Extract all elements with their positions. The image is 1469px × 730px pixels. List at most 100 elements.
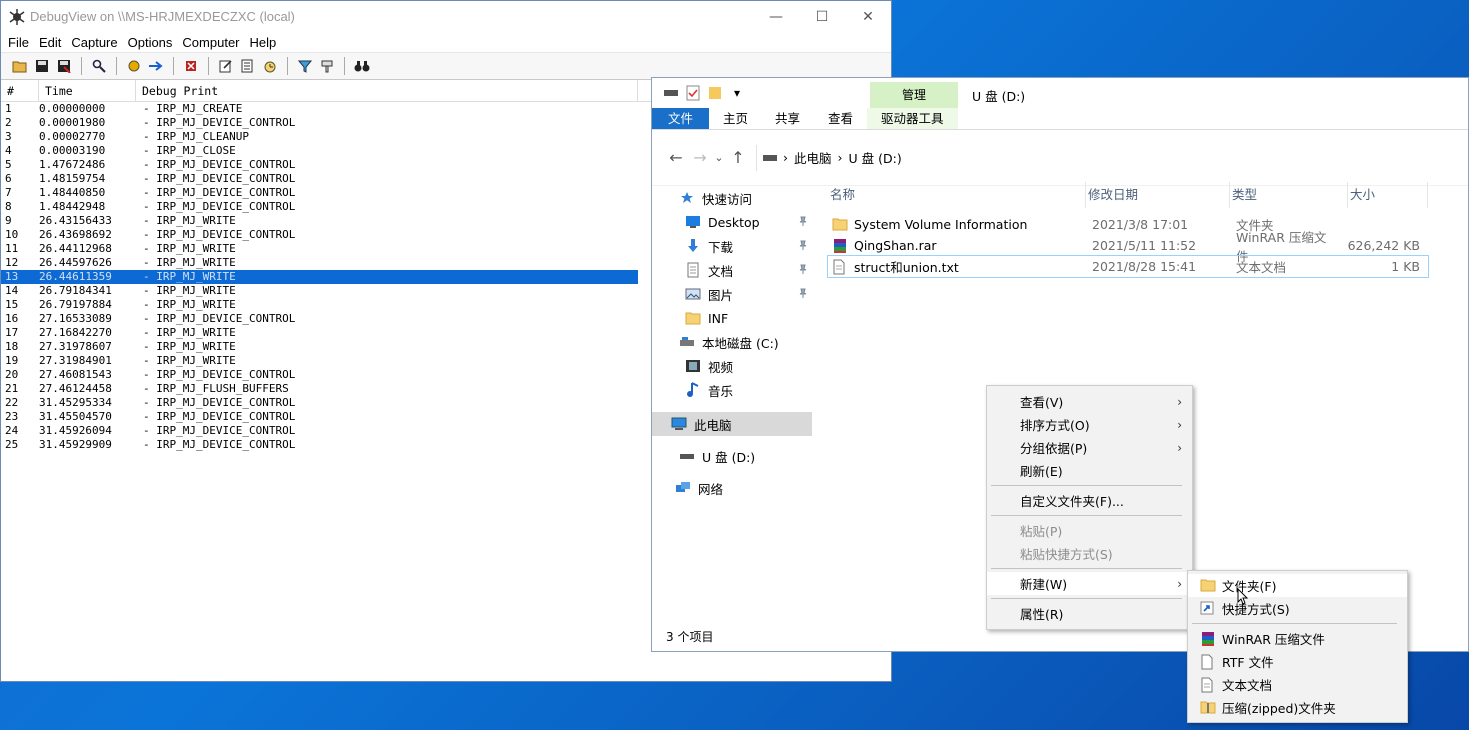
log-row[interactable]: 25 31.45929909 - IRP_MJ_DEVICE_CONTROL	[1, 438, 638, 452]
log-row[interactable]: 6 1.48159754 - IRP_MJ_DEVICE_CONTROL	[1, 172, 638, 186]
save-as-icon[interactable]	[53, 55, 75, 77]
address-bar[interactable]: › 此电脑 › U 盘 (D:)	[756, 144, 1468, 171]
column-date-modified[interactable]: 修改日期	[1086, 182, 1230, 208]
nav-item[interactable]: INF	[652, 306, 812, 330]
nav-item[interactable]: 文档	[652, 258, 812, 282]
recent-chevron-icon[interactable]: ⌄	[712, 151, 726, 164]
breadcrumb-usb-drive[interactable]: U 盘 (D:)	[849, 148, 902, 167]
log-row[interactable]: 7 1.48440850 - IRP_MJ_DEVICE_CONTROL	[1, 186, 638, 200]
tab-home[interactable]: 主页	[709, 108, 761, 129]
nav-item[interactable]: 音乐	[652, 378, 812, 402]
file-row[interactable]: QingShan.rar 2021/5/11 11:52 WinRAR 压缩文件 62…	[828, 230, 1428, 264]
nav-item[interactable]: 此电脑	[652, 412, 812, 436]
log-row[interactable]: 2 0.00001980 - IRP_MJ_DEVICE_CONTROL	[1, 116, 638, 130]
up-arrow-icon[interactable]: ↑	[726, 148, 750, 167]
menu-item[interactable]: 压缩(zipped)文件夹	[1188, 696, 1407, 719]
menu-item[interactable]: 快捷方式(S)	[1188, 597, 1407, 620]
log-row[interactable]: 24 31.45926094 - IRP_MJ_DEVICE_CONTROL	[1, 424, 638, 438]
minimize-button[interactable]: —	[753, 1, 799, 32]
log-row[interactable]: 15 26.79197884 - IRP_MJ_WRITE	[1, 298, 638, 312]
log-row[interactable]: 8 1.48442948 - IRP_MJ_DEVICE_CONTROL	[1, 200, 638, 214]
menu-file[interactable]: File	[3, 35, 34, 50]
nav-item[interactable]: 本地磁盘 (C:)	[652, 330, 812, 354]
tab-drive-tools[interactable]: 驱动器工具	[867, 108, 958, 129]
arrow-right-icon[interactable]	[145, 55, 167, 77]
log-row[interactable]: 21 27.46124458 - IRP_MJ_FLUSH_BUFFERS	[1, 382, 638, 396]
close-button[interactable]: ✕	[845, 1, 891, 32]
chevron-down-icon[interactable]: ▾	[728, 84, 746, 102]
menu-item[interactable]: 分组依据(P) ›	[987, 436, 1192, 459]
nav-item[interactable]: 图片	[652, 282, 812, 306]
history-icon[interactable]	[237, 55, 259, 77]
column-size[interactable]: 大小	[1348, 182, 1428, 208]
nav-item[interactable]: U 盘 (D:)	[652, 444, 812, 468]
tab-share[interactable]: 共享	[761, 108, 814, 129]
menu-edit[interactable]: Edit	[34, 35, 66, 50]
menu-item[interactable]: 文本文档	[1188, 673, 1407, 696]
menu-item[interactable]: 排序方式(O) ›	[987, 413, 1192, 436]
file-row[interactable]: struct和union.txt 2021/8/28 15:41 文本文档 1 KB	[827, 255, 1429, 278]
column-type[interactable]: 类型	[1230, 182, 1348, 208]
column-name[interactable]: 名称	[828, 182, 1086, 208]
file-row[interactable]: System Volume Information 2021/3/8 17:01 文…	[828, 214, 1428, 235]
log-row[interactable]: 5 1.47672486 - IRP_MJ_DEVICE_CONTROL	[1, 158, 638, 172]
open-icon[interactable]	[9, 55, 31, 77]
log-row[interactable]: 17 27.16842270 - IRP_MJ_WRITE	[1, 326, 638, 340]
debugview-titlebar[interactable]: DebugView on \\MS-HRJMEXDECZXC (local) —…	[1, 1, 891, 32]
filter-icon[interactable]	[294, 55, 316, 77]
save-icon[interactable]	[31, 55, 53, 77]
edit-icon[interactable]	[215, 55, 237, 77]
nav-item[interactable]: 视频	[652, 354, 812, 378]
menu-item[interactable]: WinRAR 压缩文件	[1188, 627, 1407, 650]
tab-manage[interactable]: 管理	[870, 82, 958, 108]
new-folder-icon[interactable]	[706, 84, 724, 102]
forward-arrow-icon[interactable]: →	[688, 148, 712, 167]
clear-icon[interactable]	[180, 55, 202, 77]
menu-item[interactable]: 文件夹(F)	[1188, 574, 1407, 597]
log-row[interactable]: 10 26.43698692 - IRP_MJ_DEVICE_CONTROL	[1, 228, 638, 242]
back-arrow-icon[interactable]: ←	[664, 148, 688, 167]
log-row[interactable]: 19 27.31984901 - IRP_MJ_WRITE	[1, 354, 638, 368]
maximize-button[interactable]: ☐	[799, 1, 845, 32]
menu-item[interactable]: 粘贴(P)	[987, 519, 1192, 542]
log-row[interactable]: 4 0.00003190 - IRP_MJ_CLOSE	[1, 144, 638, 158]
nav-item[interactable]: 快速访问	[652, 186, 812, 210]
menu-item[interactable]: 查看(V) ›	[987, 390, 1192, 413]
column-time[interactable]: Time	[39, 79, 136, 102]
menu-item[interactable]: RTF 文件	[1188, 650, 1407, 673]
clock-icon[interactable]	[259, 55, 281, 77]
log-row[interactable]: 13 26.44611359 - IRP_MJ_WRITE	[1, 270, 638, 284]
breadcrumb-this-pc[interactable]: 此电脑	[794, 148, 832, 167]
highlight-icon[interactable]	[316, 55, 338, 77]
nav-item[interactable]: Desktop	[652, 210, 812, 234]
log-row[interactable]: 20 27.46081543 - IRP_MJ_DEVICE_CONTROL	[1, 368, 638, 382]
log-row[interactable]: 11 26.44112968 - IRP_MJ_WRITE	[1, 242, 638, 256]
menu-item[interactable]: 属性(R)	[987, 602, 1192, 625]
log-row[interactable]: 1 0.00000000 - IRP_MJ_CREATE	[1, 102, 638, 116]
log-row[interactable]: 23 31.45504570 - IRP_MJ_DEVICE_CONTROL	[1, 410, 638, 424]
find-icon[interactable]	[88, 55, 110, 77]
log-row[interactable]: 14 26.79184341 - IRP_MJ_WRITE	[1, 284, 638, 298]
tab-view[interactable]: 查看	[814, 108, 867, 129]
column-debug-print[interactable]: Debug Print	[136, 79, 638, 102]
menu-item[interactable]: 粘贴快捷方式(S)	[987, 542, 1192, 565]
column-num[interactable]: #	[1, 79, 39, 102]
menu-computer[interactable]: Computer	[177, 35, 244, 50]
log-row[interactable]: 3 0.00002770 - IRP_MJ_CLEANUP	[1, 130, 638, 144]
menu-options[interactable]: Options	[123, 35, 178, 50]
log-row[interactable]: 12 26.44597626 - IRP_MJ_WRITE	[1, 256, 638, 270]
properties-icon[interactable]	[684, 84, 702, 102]
nav-item[interactable]: 下载	[652, 234, 812, 258]
capture-icon[interactable]	[123, 55, 145, 77]
menu-capture[interactable]: Capture	[66, 35, 122, 50]
log-row[interactable]: 18 27.31978607 - IRP_MJ_WRITE	[1, 340, 638, 354]
binoculars-icon[interactable]	[351, 55, 373, 77]
menu-item[interactable]: 刷新(E)	[987, 459, 1192, 482]
tab-file[interactable]: 文件	[652, 108, 709, 129]
log-row[interactable]: 16 27.16533089 - IRP_MJ_DEVICE_CONTROL	[1, 312, 638, 326]
menu-item[interactable]: 自定义文件夹(F)...	[987, 489, 1192, 512]
nav-item[interactable]: 网络	[652, 476, 812, 500]
log-row[interactable]: 22 31.45295334 - IRP_MJ_DEVICE_CONTROL	[1, 396, 638, 410]
menu-item[interactable]: 新建(W) ›	[987, 572, 1192, 595]
menu-help[interactable]: Help	[245, 35, 282, 50]
